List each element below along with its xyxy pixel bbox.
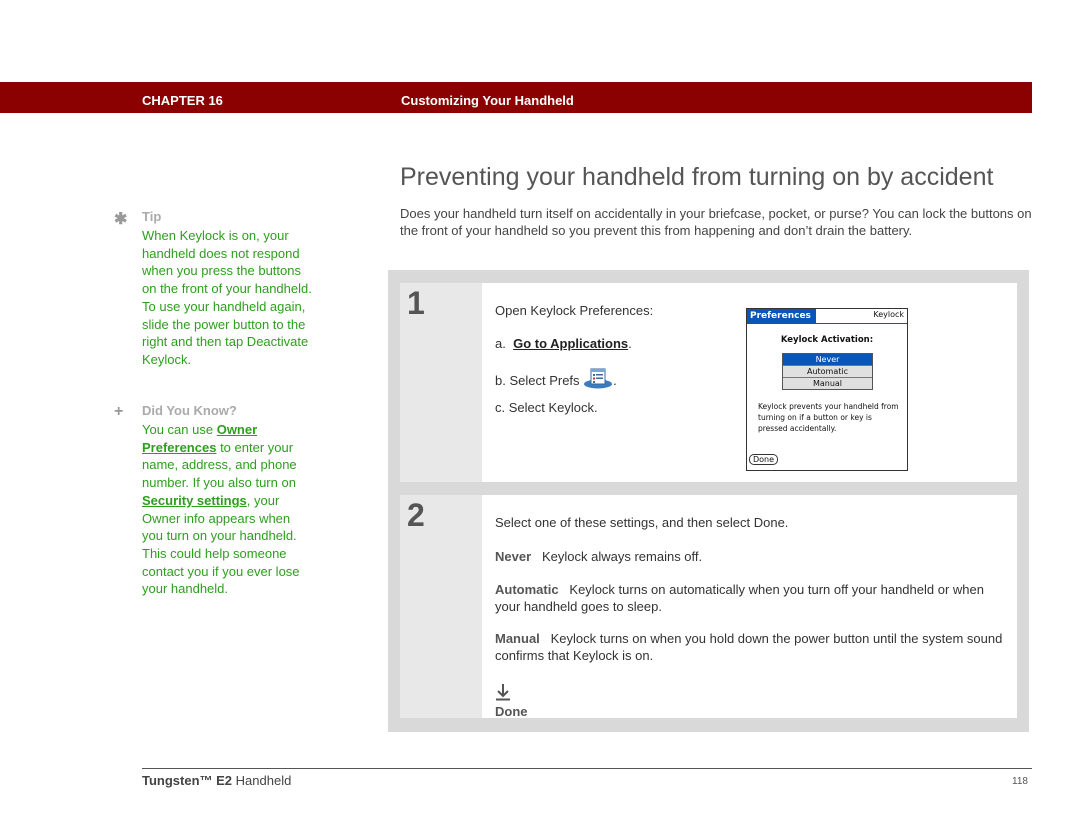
done-label: Done bbox=[495, 704, 528, 719]
tip-text: When Keylock is on, your handheld does n… bbox=[142, 228, 312, 367]
option-automatic: Automatic Keylock turns on automatically… bbox=[495, 581, 1010, 615]
step-1-b-text: b. Select Prefs bbox=[495, 373, 580, 388]
step-1-b: b. Select Prefs . bbox=[495, 367, 617, 389]
palm-done-button[interactable]: Done bbox=[749, 454, 779, 465]
option-desc: Keylock turns on when you hold down the … bbox=[495, 631, 1003, 663]
did-you-know-text: You can use Owner Preferences to enter y… bbox=[142, 421, 312, 598]
step-number: 1 bbox=[407, 285, 425, 321]
footer-product: Tungsten™ E2 Handheld bbox=[142, 773, 291, 788]
step-1: 1 Open Keylock Preferences: a. Go to App… bbox=[400, 283, 1017, 482]
did-you-know-label: Did You Know? bbox=[142, 403, 237, 418]
footer-product-rest: Handheld bbox=[232, 773, 292, 788]
palm-app-tab: Preferences bbox=[747, 309, 816, 323]
option-never: Never Keylock always remains off. bbox=[495, 548, 1010, 565]
footer-divider bbox=[142, 768, 1032, 769]
palm-panel-name: Keylock bbox=[873, 310, 904, 319]
palm-tab-underline bbox=[747, 323, 907, 324]
punctuation: . bbox=[628, 336, 632, 351]
page-number: 118 bbox=[1012, 776, 1028, 787]
step-1-c: c. Select Keylock. bbox=[495, 400, 598, 415]
chapter-title: Customizing Your Handheld bbox=[401, 93, 574, 108]
done-indicator: Done bbox=[495, 683, 528, 719]
option-desc: Keylock always remains off. bbox=[541, 549, 703, 564]
tip-box: ✱ Tip When Keylock is on, your handheld … bbox=[114, 209, 312, 369]
option-term: Manual bbox=[495, 631, 540, 646]
footer-product-bold: Tungsten™ E2 bbox=[142, 773, 233, 788]
punctuation: . bbox=[613, 373, 617, 388]
step-number: 2 bbox=[407, 497, 425, 533]
palm-option-never[interactable]: Never bbox=[783, 354, 872, 365]
palm-option-manual[interactable]: Manual bbox=[783, 377, 872, 389]
prefs-icon bbox=[583, 367, 613, 389]
chapter-number: CHAPTER 16 bbox=[142, 93, 223, 108]
option-desc: Keylock turns on automatically when you … bbox=[495, 582, 984, 614]
page-title: Preventing your handheld from turning on… bbox=[400, 163, 994, 191]
steps-container: 1 Open Keylock Preferences: a. Go to App… bbox=[388, 270, 1029, 732]
palm-description: Keylock prevents your handheld from turn… bbox=[758, 402, 899, 433]
arrow-down-icon bbox=[495, 683, 511, 704]
step-1-a: a. Go to Applications. bbox=[495, 336, 632, 351]
did-you-know-text-part: , your Owner info appears when you turn … bbox=[142, 492, 300, 597]
list-marker: a. bbox=[495, 336, 506, 351]
palm-heading: Keylock Activation: bbox=[780, 335, 874, 345]
keylock-preferences-screenshot: Preferences Keylock Keylock Activation: … bbox=[746, 308, 908, 471]
palm-activation-list: Never Automatic Manual bbox=[782, 353, 873, 390]
step-number-column: 2 bbox=[400, 495, 482, 718]
did-you-know-text-part: You can use bbox=[142, 422, 217, 437]
did-you-know-box: + Did You Know? You can use Owner Prefer… bbox=[114, 403, 312, 598]
step-number-column: 1 bbox=[400, 283, 482, 482]
option-term: Automatic bbox=[495, 582, 559, 597]
asterisk-icon: ✱ bbox=[114, 211, 128, 228]
tip-label: Tip bbox=[142, 209, 162, 224]
option-manual: Manual Keylock turns on when you hold do… bbox=[495, 630, 1010, 664]
step-2: 2 Select one of these settings, and then… bbox=[400, 495, 1017, 719]
step-1-intro: Open Keylock Preferences: bbox=[495, 303, 654, 318]
option-term: Never bbox=[495, 549, 532, 564]
security-settings-link[interactable]: Security settings bbox=[142, 493, 247, 508]
step-2-intro: Select one of these settings, and then s… bbox=[495, 515, 789, 530]
palm-option-automatic[interactable]: Automatic bbox=[783, 365, 872, 377]
go-to-applications-link[interactable]: Go to Applications bbox=[513, 336, 628, 351]
intro-paragraph: Does your handheld turn itself on accide… bbox=[400, 206, 1032, 238]
plus-icon: + bbox=[114, 403, 124, 420]
